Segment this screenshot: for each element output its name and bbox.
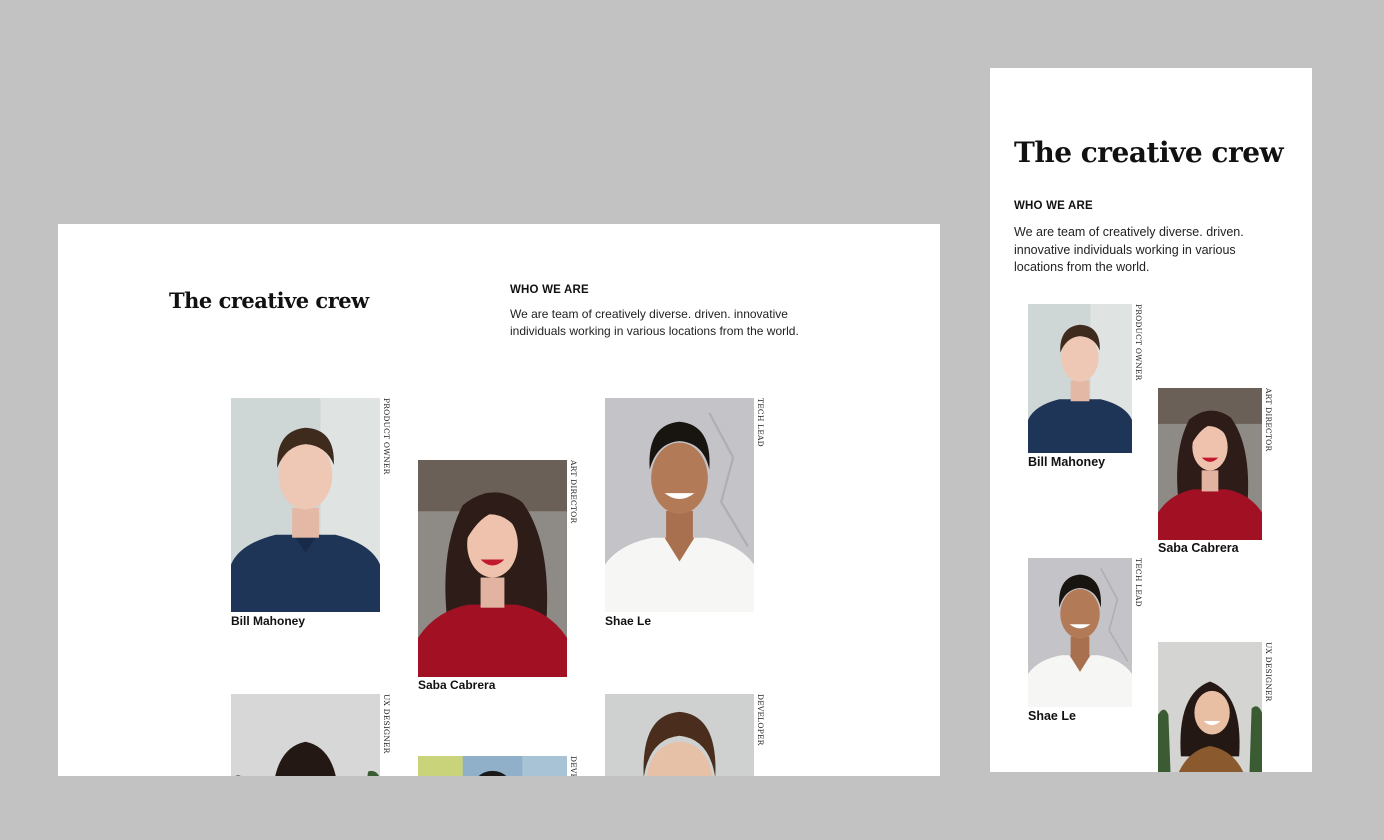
page-title: The creative crew	[1014, 136, 1284, 169]
member-name: Saba Cabrera	[1158, 541, 1239, 555]
member-role: TECH LEAD	[1134, 558, 1143, 607]
team-member-card[interactable]: ART DIRECTOR Saba Cabrera	[1158, 388, 1273, 560]
who-we-are-text: We are team of creatively diverse. drive…	[1014, 225, 1244, 274]
member-role: PRODUCT OWNER	[382, 398, 391, 475]
member-photo	[231, 694, 380, 776]
desktop-preview: The creative crew WHO WE ARE We are team…	[58, 224, 940, 776]
member-name: Shae Le	[1028, 709, 1076, 723]
member-photo	[605, 694, 754, 776]
member-role: DEVELOPER	[756, 694, 765, 746]
member-photo	[1028, 558, 1132, 707]
team-member-card[interactable]: DEVELOPER	[605, 694, 765, 776]
who-we-are-text: We are team of creatively diverse. drive…	[510, 307, 799, 338]
member-name: Shae Le	[605, 614, 652, 628]
member-role: UX DESIGNER	[382, 694, 391, 754]
member-role: UX DESIGNER	[1264, 642, 1273, 702]
member-role: PRODUCT OWNER	[1134, 304, 1143, 381]
team-member-card[interactable]: UX DESIGNER	[1158, 642, 1273, 772]
mobile-preview: The creative crew WHO WE ARE We are team…	[990, 68, 1312, 772]
page-title: The creative crew	[169, 288, 369, 313]
member-photo	[231, 398, 380, 612]
member-photo	[1158, 388, 1262, 540]
member-name: Bill Mahoney	[231, 614, 306, 628]
who-we-are-label: WHO WE ARE	[510, 284, 589, 296]
member-role: ART DIRECTOR	[569, 460, 578, 524]
team-member-card[interactable]: DEVELOPER	[418, 756, 578, 776]
who-we-are-label: WHO WE ARE	[1014, 200, 1093, 212]
member-name: Bill Mahoney	[1028, 455, 1106, 469]
member-name: Saba Cabrera	[418, 678, 496, 692]
member-photo	[1158, 642, 1262, 772]
member-photo	[1028, 304, 1132, 453]
team-member-card[interactable]: ART DIRECTOR Saba Cabrera	[418, 460, 578, 696]
team-member-card[interactable]: PRODUCT OWNER Bill Mahoney	[1028, 304, 1143, 474]
team-member-card[interactable]: TECH LEAD Shae Le	[1028, 558, 1143, 728]
member-photo	[418, 460, 567, 677]
member-role: DEVELOPER	[569, 756, 578, 776]
team-member-card[interactable]: UX DESIGNER	[231, 694, 391, 776]
member-role: TECH LEAD	[756, 398, 765, 447]
member-role: ART DIRECTOR	[1264, 388, 1273, 452]
team-member-card[interactable]: PRODUCT OWNER Bill Mahoney	[231, 398, 391, 638]
member-photo	[605, 398, 754, 612]
team-member-card[interactable]: TECH LEAD Shae Le	[605, 398, 765, 638]
member-photo	[418, 756, 567, 776]
